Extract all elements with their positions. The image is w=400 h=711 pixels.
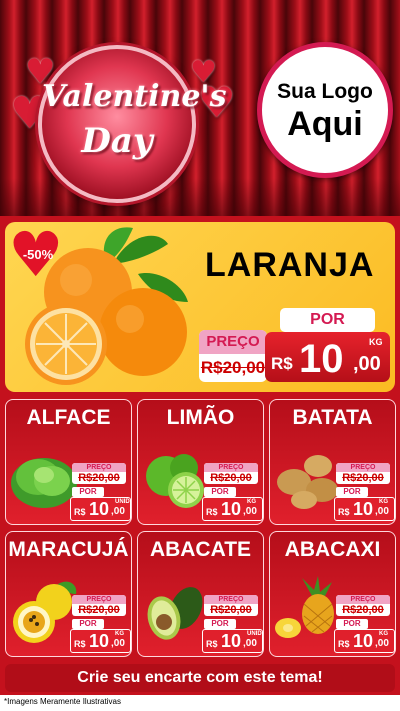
currency: R$ bbox=[206, 639, 218, 649]
preco-label: PREÇO bbox=[72, 595, 126, 604]
old-price: R$20,00 bbox=[342, 604, 384, 616]
price-cents: ,00 bbox=[375, 506, 389, 517]
price-unit: KG bbox=[369, 337, 383, 347]
currency: R$ bbox=[206, 507, 218, 517]
por-label: POR bbox=[336, 487, 368, 497]
por-label: POR bbox=[72, 619, 104, 629]
product-card-batata[interactable]: BATATA PREÇO R$20,00 POR R$ 10 ,00 KG bbox=[269, 399, 396, 525]
price-box: R$ 10 ,00 KG bbox=[202, 497, 263, 521]
price-cents: ,00 bbox=[111, 506, 125, 517]
price-integer: 10 bbox=[353, 499, 374, 519]
price-cents: ,00 bbox=[353, 353, 381, 375]
product-card-abacaxi[interactable]: ABACAXI PREÇO R$20,00 POR R$ 10 ,00 KG bbox=[269, 531, 396, 657]
por-label: POR bbox=[204, 619, 236, 629]
discount-badge: ♥ -50% bbox=[8, 224, 68, 286]
price-integer: 10 bbox=[353, 631, 374, 651]
preco-label: PREÇO bbox=[204, 595, 258, 604]
valentines-day-badge: Valentine's Day bbox=[38, 45, 227, 203]
product-name: LIMÃO bbox=[166, 406, 235, 429]
price-box: R$ 10 ,00 UNID bbox=[202, 629, 263, 653]
price-integer: 10 bbox=[89, 631, 110, 651]
price-unit: UNID bbox=[115, 499, 130, 505]
price-unit: KG bbox=[115, 631, 124, 637]
price-integer: 10 bbox=[221, 631, 242, 651]
old-price-box: PREÇO R$20,00 bbox=[336, 463, 390, 484]
price-unit: KG bbox=[247, 499, 256, 505]
old-price-box: PREÇO R$20,00 bbox=[72, 463, 126, 484]
price-box: R$ 10 ,00 KG bbox=[334, 629, 395, 653]
price-unit: KG bbox=[379, 631, 388, 637]
price-unit: KG bbox=[379, 499, 388, 505]
featured-product-name: LARANJA bbox=[205, 246, 375, 284]
old-price-box: PREÇO R$20,00 bbox=[204, 463, 258, 484]
por-label: POR bbox=[336, 619, 368, 629]
old-price: R$20,00 bbox=[342, 472, 384, 484]
product-name: BATATA bbox=[292, 406, 373, 429]
old-price: R$20,00 bbox=[210, 472, 252, 484]
old-price: R$20,00 bbox=[200, 358, 266, 377]
currency: R$ bbox=[338, 507, 350, 517]
currency: R$ bbox=[74, 639, 86, 649]
old-price-box: PREÇO R$20,00 bbox=[336, 595, 390, 616]
product-name: MARACUJÁ bbox=[8, 538, 129, 561]
price-box: R$ 10 ,00 KG bbox=[70, 629, 131, 653]
price-unit: UNID bbox=[247, 631, 262, 637]
logo-placeholder[interactable]: Sua Logo Aqui bbox=[257, 42, 393, 178]
currency: R$ bbox=[74, 507, 86, 517]
product-name: ABACATE bbox=[149, 538, 252, 561]
cta-banner[interactable]: Crie seu encarte com este tema! bbox=[5, 664, 395, 692]
day-title: Day bbox=[81, 121, 153, 161]
old-price: R$20,00 bbox=[78, 604, 120, 616]
old-price: R$20,00 bbox=[210, 604, 252, 616]
logo-line2: Aqui bbox=[287, 105, 363, 143]
price-cents: ,00 bbox=[375, 638, 389, 649]
old-price-box: PREÇO R$20,00 bbox=[199, 330, 267, 382]
logo-line1: Sua Logo bbox=[277, 80, 373, 103]
valentines-title: Valentine's bbox=[42, 79, 227, 114]
preco-label: PREÇO bbox=[336, 595, 390, 604]
price-integer: 10 bbox=[221, 499, 242, 519]
preco-label: PREÇO bbox=[72, 463, 126, 472]
price-box: R$ 10 ,00 KG bbox=[334, 497, 395, 521]
old-price-box: PREÇO R$20,00 bbox=[72, 595, 126, 616]
product-card-limao[interactable]: LIMÃO PREÇO R$20,00 POR R$ 10 ,00 KG bbox=[137, 399, 264, 525]
currency: R$ bbox=[271, 354, 293, 373]
price-integer: 10 bbox=[299, 337, 344, 381]
preco-label: PREÇO bbox=[204, 463, 258, 472]
featured-price: R$ 10 ,00 KG bbox=[265, 332, 390, 382]
price-cents: ,00 bbox=[111, 638, 125, 649]
por-label: POR bbox=[204, 487, 236, 497]
price-integer: 10 bbox=[89, 499, 110, 519]
product-name: ABACAXI bbox=[284, 538, 381, 561]
product-card-alface[interactable]: ALFACE PREÇO R$20,00 POR R$ 10 ,00 UNID bbox=[5, 399, 132, 525]
price-box: R$ 10 ,00 UNID bbox=[70, 497, 131, 521]
old-price: R$20,00 bbox=[78, 472, 120, 484]
disclaimer: *Imagens Meramente Ilustrativas bbox=[4, 697, 121, 706]
product-name: ALFACE bbox=[26, 406, 111, 429]
product-card-maracuja[interactable]: MARACUJÁ PREÇO R$20,00 POR R$ 10 ,00 KG bbox=[5, 531, 132, 657]
por-label: POR bbox=[72, 487, 104, 497]
discount-text: -50% bbox=[22, 247, 54, 262]
preco-label: PREÇO bbox=[199, 330, 267, 354]
product-card-abacate[interactable]: ABACATE PREÇO R$20,00 POR R$ 10 ,00 UNID bbox=[137, 531, 264, 657]
price-cents: ,00 bbox=[243, 638, 257, 649]
preco-label: PREÇO bbox=[336, 463, 390, 472]
old-price-box: PREÇO R$20,00 bbox=[204, 595, 258, 616]
currency: R$ bbox=[338, 639, 350, 649]
price-cents: ,00 bbox=[243, 506, 257, 517]
por-label: POR bbox=[280, 308, 375, 332]
